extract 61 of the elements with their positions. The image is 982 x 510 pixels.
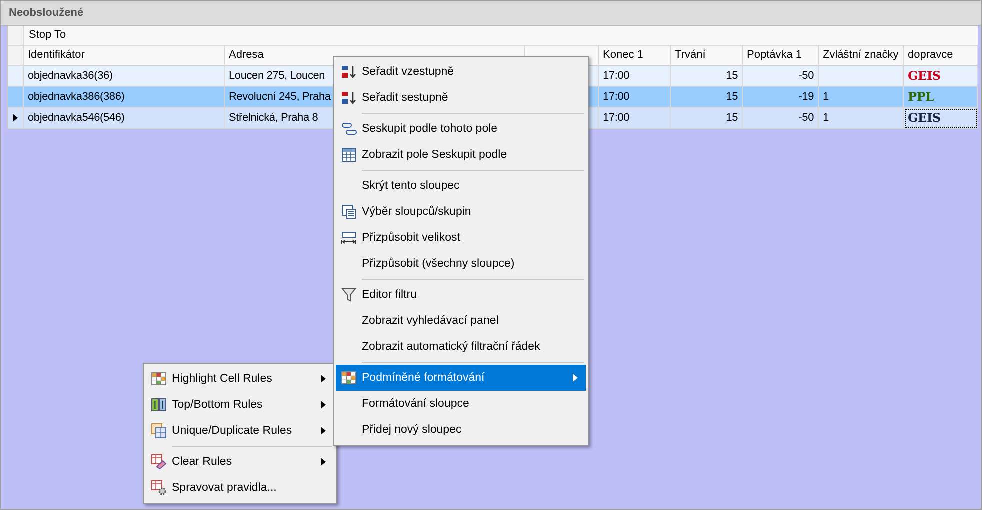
menu-item[interactable]: Výběr sloupců/skupin	[336, 199, 586, 225]
grid-icon	[151, 423, 167, 439]
table-cell: 17:00	[599, 87, 671, 108]
menu-item[interactable]: Přizpůsobit velikost	[336, 225, 586, 251]
table-cell: objednavka386(386)	[24, 87, 225, 108]
submenu-arrow-icon	[321, 375, 326, 383]
table-cell: 17:00	[599, 66, 671, 87]
submenu-arrow-icon	[321, 427, 326, 435]
table-cell: GEIS	[904, 66, 978, 87]
table-cell: objednavka546(546)	[24, 108, 225, 129]
row-indicator-icon	[13, 114, 18, 122]
colored-grid-icon	[341, 370, 357, 386]
table-cell: PPL	[904, 87, 978, 108]
sort-descending-icon	[341, 90, 357, 106]
group-icon	[341, 121, 357, 137]
menu-item[interactable]: Přidej nový sloupec	[336, 417, 586, 443]
menu-item[interactable]: Zobrazit vyhledávací panel	[336, 308, 586, 334]
panel-title: Neobsloužené	[1, 1, 981, 26]
submenu-arrow-icon	[321, 401, 326, 409]
grid-gear-icon	[151, 480, 167, 496]
table-cell: GEIS	[904, 108, 978, 129]
menu-item[interactable]: Zobrazit automatický filtrační řádek	[336, 334, 586, 360]
column-header[interactable]: Zvláštní značky	[819, 46, 904, 66]
menu-item[interactable]: Spravovat pravidla...	[146, 475, 334, 501]
column-header[interactable]: Identifikátor	[24, 46, 225, 66]
table-cell: -50	[743, 108, 819, 129]
menu-item[interactable]: Highlight Cell Rules	[146, 366, 334, 392]
menu-item[interactable]: Zobrazit pole Seskupit podle	[336, 142, 586, 168]
table-cell: 15	[671, 66, 743, 87]
row-indicator[interactable]	[8, 108, 24, 129]
table-cell: 1	[819, 87, 904, 108]
band-header[interactable]: Stop To	[24, 26, 978, 46]
table-cell: 15	[671, 87, 743, 108]
menu-item[interactable]: Top/Bottom Rules	[146, 392, 334, 418]
column-chooser-icon	[341, 204, 357, 220]
table-cell: 17:00	[599, 108, 671, 129]
bars-icon	[151, 397, 167, 413]
table-icon	[341, 147, 357, 163]
menu-item[interactable]: Clear Rules	[146, 449, 334, 475]
column-header[interactable]: dopravce	[904, 46, 978, 66]
menu-item[interactable]: Editor filtru	[336, 282, 586, 308]
menu-item[interactable]: Přizpůsobit (všechny sloupce)	[336, 251, 586, 277]
fit-width-icon	[341, 230, 357, 246]
table-cell: -19	[743, 87, 819, 108]
menu-item[interactable]: Podmíněné formátování	[336, 365, 586, 391]
menu-item[interactable]: Formátování sloupce	[336, 391, 586, 417]
table-cell: -50	[743, 66, 819, 87]
column-header[interactable]: Konec 1	[599, 46, 671, 66]
submenu-arrow-icon	[321, 458, 326, 466]
table-cell: 15	[671, 108, 743, 129]
filter-icon	[341, 287, 357, 303]
sort-ascending-icon	[341, 64, 357, 80]
table-cell: objednavka36(36)	[24, 66, 225, 87]
column-header[interactable]: Poptávka 1	[743, 46, 819, 66]
colored-grid-icon	[151, 371, 167, 387]
eraser-icon	[151, 454, 167, 470]
menu-item[interactable]: Unique/Duplicate Rules	[146, 418, 334, 444]
table-cell: 1	[819, 108, 904, 129]
submenu-arrow-icon	[573, 374, 578, 382]
column-header[interactable]: Trvání	[671, 46, 743, 66]
menu-item[interactable]: Skrýt tento sloupec	[336, 173, 586, 199]
